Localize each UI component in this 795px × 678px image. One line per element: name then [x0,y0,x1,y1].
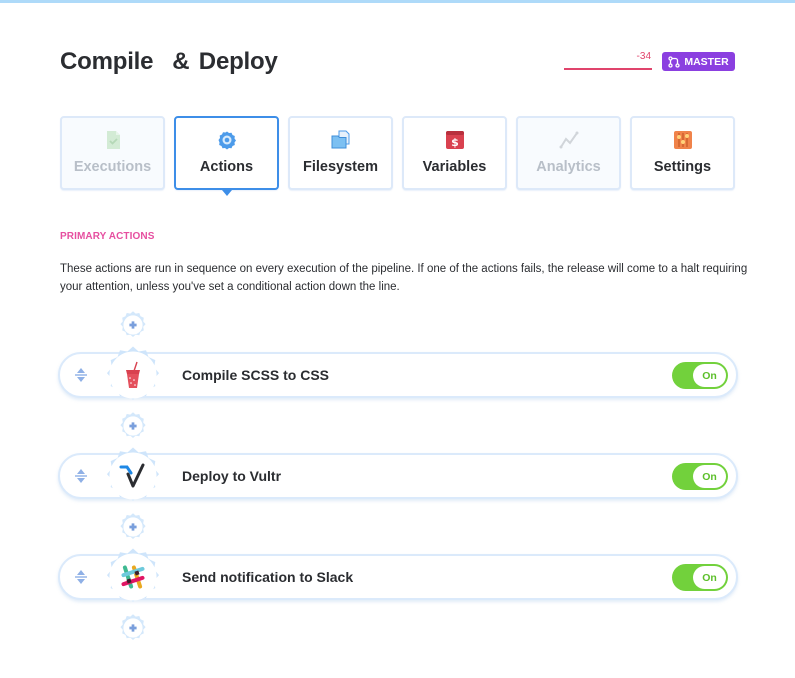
tab-settings[interactable]: Settings [630,116,735,190]
diff-indicator: -34 [564,50,652,70]
tab-label: Actions [199,159,254,175]
tab-label: Filesystem [303,159,378,175]
top-accent-bar [0,0,795,3]
page-title: Compile & Deploy [60,48,278,75]
tab-bar: Executions Actions Filesystem $ Variable… [60,116,736,196]
line-chart-icon [559,131,578,149]
tab-label: Variables [422,159,487,175]
toggle-state: On [693,364,726,387]
section-description: These actions are run in sequence on eve… [60,263,748,293]
gear-icon [218,131,236,150]
enable-toggle[interactable]: On [672,362,728,389]
dollar-box-icon: $ [445,131,464,149]
action-label: Compile SCSS to CSS [182,367,330,383]
tab-filesystem[interactable]: Filesystem [288,116,393,190]
svg-text:$: $ [451,136,459,149]
slack-logo-icon [121,565,145,589]
enable-toggle[interactable]: On [672,463,728,490]
toggle-state: On [693,465,726,488]
section-label: PRIMARY ACTIONS [60,231,155,242]
diff-value: -34 [636,51,651,62]
drag-handle-icon[interactable] [74,569,88,585]
tab-executions[interactable]: Executions [60,116,165,190]
branch-badge[interactable]: MASTER [662,52,735,71]
tab-label: Settings [653,159,712,175]
tab-analytics[interactable]: Analytics [516,116,621,190]
sliders-icon [673,131,692,149]
add-step-button[interactable] [118,411,148,441]
add-step-button[interactable] [118,613,148,643]
add-step-button[interactable] [118,512,148,542]
gulp-cup-icon [126,361,140,388]
action-label: Send notification to Slack [182,569,354,585]
drag-handle-icon[interactable] [74,367,88,383]
git-branch-icon [668,55,680,68]
action-label: Deploy to Vultr [182,468,282,484]
tab-label: Analytics [536,159,601,175]
tab-variables[interactable]: $ Variables [402,116,507,190]
enable-toggle[interactable]: On [672,564,728,591]
folder-icon [331,130,349,149]
add-step-button[interactable] [118,310,148,340]
toggle-state: On [693,566,726,589]
document-check-icon [106,131,120,149]
tab-label: Executions [73,159,152,175]
branch-label: MASTER [684,55,729,68]
drag-handle-icon[interactable] [74,468,88,484]
tab-actions[interactable]: Actions [174,116,279,196]
vultr-logo-icon [119,463,145,488]
